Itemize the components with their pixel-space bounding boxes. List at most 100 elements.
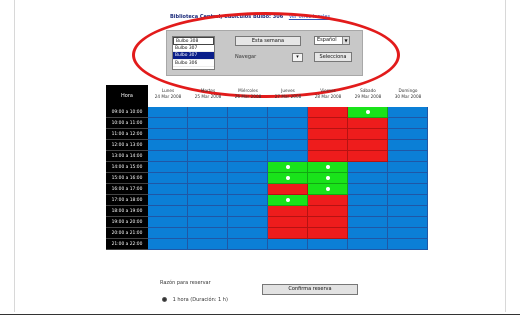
slot-free[interactable] — [388, 129, 428, 140]
slot-reserved[interactable] — [308, 151, 348, 162]
slot-free[interactable] — [148, 184, 188, 195]
slot-reserved[interactable] — [348, 140, 388, 151]
slot-free[interactable] — [348, 217, 388, 228]
slot-free[interactable] — [188, 107, 228, 118]
slot-free[interactable] — [268, 118, 308, 129]
slot-free[interactable] — [228, 217, 268, 228]
slot-free[interactable] — [388, 173, 428, 184]
slot-free[interactable] — [188, 118, 228, 129]
slot-free[interactable] — [228, 118, 268, 129]
slot-free[interactable] — [188, 151, 228, 162]
slot-free[interactable] — [188, 162, 228, 173]
slot-free[interactable] — [348, 162, 388, 173]
slot-free[interactable] — [148, 118, 188, 129]
language-select[interactable]: Español ▼ — [314, 36, 350, 45]
slot-free[interactable] — [148, 228, 188, 239]
room-option[interactable]: Bulbo 308 — [173, 37, 214, 45]
slot-free[interactable] — [148, 239, 188, 250]
slot-free[interactable] — [228, 140, 268, 151]
slot-free[interactable] — [188, 206, 228, 217]
slot-free[interactable] — [228, 107, 268, 118]
duration-option[interactable]: 1 hora (Duración: 1 h) — [162, 297, 228, 303]
slot-free[interactable] — [188, 217, 228, 228]
slot-free[interactable] — [388, 184, 428, 195]
other-locations-link[interactable]: Ver otros locales — [289, 14, 330, 20]
slot-free[interactable] — [388, 162, 428, 173]
slot-free[interactable] — [188, 239, 228, 250]
slot-available-selected[interactable] — [308, 184, 348, 195]
slot-available-selected[interactable] — [268, 195, 308, 206]
slot-free[interactable] — [348, 195, 388, 206]
slot-free[interactable] — [228, 239, 268, 250]
room-option[interactable]: Bulbo 307 — [173, 45, 214, 52]
slot-reserved[interactable] — [268, 184, 308, 195]
slot-free[interactable] — [308, 239, 348, 250]
slot-reserved[interactable] — [308, 140, 348, 151]
slot-free[interactable] — [388, 239, 428, 250]
slot-free[interactable] — [188, 184, 228, 195]
slot-reserved[interactable] — [308, 228, 348, 239]
slot-reserved[interactable] — [308, 206, 348, 217]
slot-free[interactable] — [188, 173, 228, 184]
slot-free[interactable] — [228, 228, 268, 239]
slot-free[interactable] — [388, 140, 428, 151]
room-option[interactable]: Bulbo 306 — [173, 60, 214, 67]
slot-reserved[interactable] — [308, 107, 348, 118]
slot-available-selected[interactable] — [308, 173, 348, 184]
slot-reserved[interactable] — [268, 206, 308, 217]
room-option-selected[interactable]: Bulbo 307 — [173, 52, 214, 60]
slot-available-selected[interactable] — [308, 162, 348, 173]
slot-free[interactable] — [348, 206, 388, 217]
slot-free[interactable] — [348, 173, 388, 184]
slot-free[interactable] — [228, 151, 268, 162]
slot-reserved[interactable] — [308, 195, 348, 206]
slot-free[interactable] — [268, 129, 308, 140]
this-week-button[interactable]: Esta semana — [235, 36, 301, 46]
slot-free[interactable] — [388, 195, 428, 206]
slot-free[interactable] — [348, 228, 388, 239]
slot-free[interactable] — [388, 118, 428, 129]
slot-free[interactable] — [348, 239, 388, 250]
slot-free[interactable] — [148, 151, 188, 162]
slot-reserved[interactable] — [268, 217, 308, 228]
slot-free[interactable] — [388, 151, 428, 162]
slot-free[interactable] — [188, 195, 228, 206]
slot-reserved[interactable] — [348, 151, 388, 162]
slot-free[interactable] — [228, 195, 268, 206]
confirm-reservation-button[interactable]: Confirma reserva — [262, 284, 358, 295]
navigate-select[interactable]: ▾ — [292, 53, 303, 62]
slot-available-selected[interactable] — [268, 162, 308, 173]
slot-free[interactable] — [388, 217, 428, 228]
slot-free[interactable] — [228, 206, 268, 217]
slot-free[interactable] — [228, 162, 268, 173]
slot-free[interactable] — [388, 206, 428, 217]
slot-free[interactable] — [148, 162, 188, 173]
slot-free[interactable] — [348, 184, 388, 195]
slot-available-selected[interactable] — [268, 173, 308, 184]
slot-free[interactable] — [228, 129, 268, 140]
slot-available-selected[interactable] — [348, 107, 388, 118]
slot-reserved[interactable] — [268, 228, 308, 239]
slot-free[interactable] — [148, 173, 188, 184]
slot-free[interactable] — [188, 228, 228, 239]
slot-free[interactable] — [388, 228, 428, 239]
slot-free[interactable] — [388, 107, 428, 118]
slot-reserved[interactable] — [348, 129, 388, 140]
slot-reserved[interactable] — [308, 118, 348, 129]
slot-free[interactable] — [228, 184, 268, 195]
slot-free[interactable] — [268, 140, 308, 151]
duration-radio[interactable] — [162, 297, 167, 302]
slot-free[interactable] — [148, 195, 188, 206]
slot-free[interactable] — [188, 140, 228, 151]
slot-free[interactable] — [148, 107, 188, 118]
slot-reserved[interactable] — [308, 129, 348, 140]
slot-free[interactable] — [268, 239, 308, 250]
slot-free[interactable] — [268, 107, 308, 118]
slot-free[interactable] — [268, 151, 308, 162]
slot-free[interactable] — [148, 140, 188, 151]
slot-free[interactable] — [148, 217, 188, 228]
slot-free[interactable] — [228, 173, 268, 184]
slot-free[interactable] — [148, 129, 188, 140]
slot-reserved[interactable] — [308, 217, 348, 228]
room-select-list[interactable]: Bulbo 308 Bulbo 307 Bulbo 307 Bulbo 306 — [172, 36, 215, 70]
